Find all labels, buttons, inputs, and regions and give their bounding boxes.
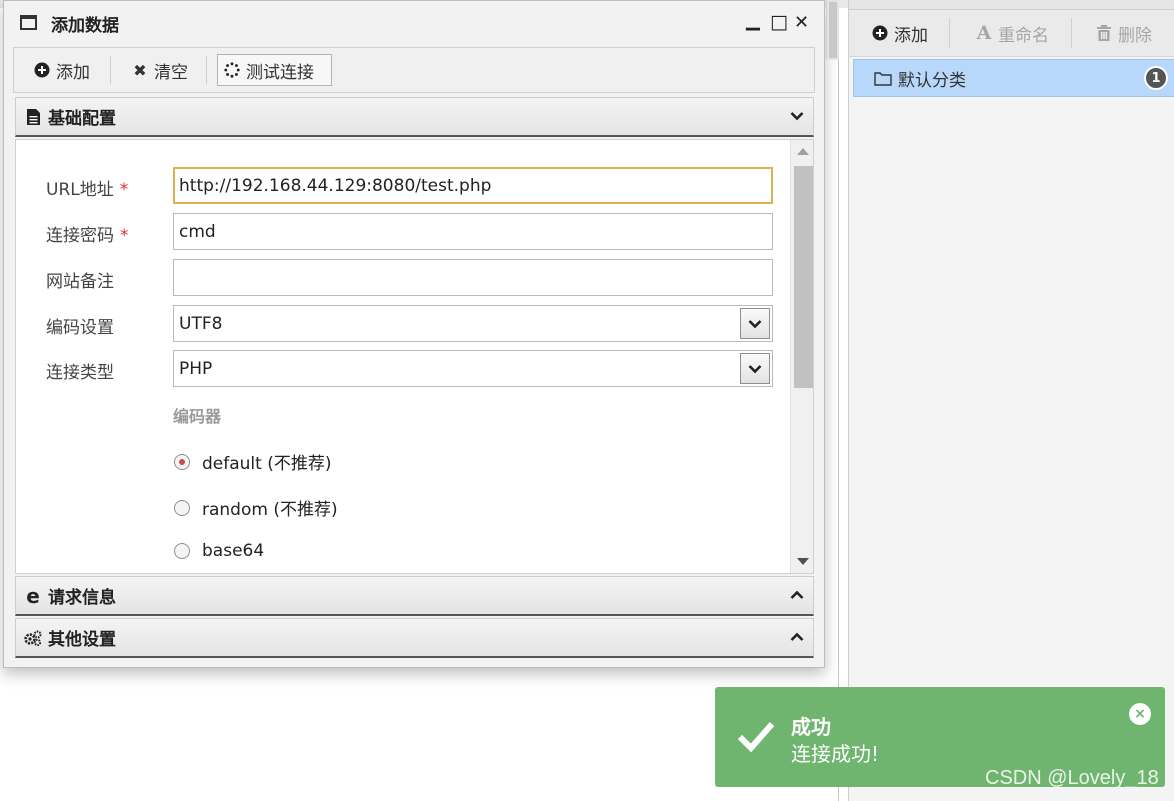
- dialog-title: 添加数据: [51, 16, 119, 36]
- right-panel: 添加 A 重命名 删除 默认分类 1: [848, 0, 1174, 801]
- folder-icon: [874, 71, 892, 86]
- password-label: 连接密码 *: [46, 226, 129, 246]
- toolbar-separator: [949, 18, 950, 48]
- page-scrollbar[interactable]: [826, 0, 839, 60]
- window-icon: [20, 15, 37, 30]
- category-label: 默认分类: [898, 70, 966, 91]
- encoder-option-default[interactable]: default (不推荐): [174, 449, 331, 474]
- maximize-button[interactable]: □: [770, 10, 788, 34]
- category-toolbar: 添加 A 重命名 删除: [849, 10, 1174, 57]
- note-label: 网站备注: [46, 272, 114, 292]
- toast-message: 连接成功!: [791, 742, 880, 766]
- radio-button[interactable]: [174, 499, 190, 516]
- dialog-toolbar: 添加 ✖ 清空 测试连接: [13, 47, 815, 93]
- category-delete-label: 删除: [1118, 25, 1152, 46]
- category-delete-button[interactable]: 删除: [1095, 10, 1152, 56]
- chevron-down-icon[interactable]: [740, 353, 770, 384]
- document-icon: [24, 108, 42, 125]
- section-other-settings-header[interactable]: 其他设置: [15, 618, 814, 658]
- scroll-down-arrow-icon[interactable]: [797, 558, 809, 565]
- required-mark: *: [120, 226, 129, 246]
- category-add-label: 添加: [894, 25, 928, 46]
- toolbar-separator: [206, 56, 207, 84]
- add-data-dialog: 添加数据 ▁ □ ✕ 添加 ✖ 清空 测试连接 基础配置 URL地址 * htt…: [3, 0, 825, 668]
- category-rename-label: 重命名: [998, 25, 1049, 46]
- clear-button-label: 清空: [154, 62, 188, 83]
- right-panel-top-border: [849, 0, 1174, 10]
- chevron-down-icon[interactable]: [787, 106, 807, 126]
- encoder-option-label: default (不推荐): [202, 454, 332, 474]
- type-label: 连接类型: [46, 363, 114, 383]
- font-a-icon: A: [976, 22, 992, 44]
- password-input[interactable]: cmd: [173, 213, 773, 250]
- encoder-option-label: random (不推荐): [202, 500, 338, 520]
- spinner-icon: [224, 61, 240, 79]
- required-mark: *: [119, 180, 129, 200]
- url-input[interactable]: http://192.168.44.129:8080/test.php: [173, 167, 773, 204]
- note-input[interactable]: [173, 259, 773, 296]
- toast-close-button[interactable]: ×: [1129, 703, 1151, 725]
- checkmark-icon: [737, 719, 775, 753]
- category-item-default[interactable]: 默认分类 1: [853, 59, 1174, 97]
- toast-title: 成功: [791, 715, 831, 739]
- toolbar-separator: [110, 56, 111, 84]
- chevron-up-icon[interactable]: [787, 627, 807, 647]
- encoding-label: 编码设置: [46, 318, 114, 338]
- test-connection-button[interactable]: 测试连接: [217, 54, 332, 86]
- category-add-button[interactable]: 添加: [871, 10, 928, 56]
- encoding-select-value: UTF8: [179, 313, 223, 334]
- cogs-icon: [24, 630, 42, 646]
- radio-button[interactable]: [174, 453, 190, 470]
- encoding-select[interactable]: UTF8: [173, 305, 773, 342]
- watermark-text: CSDN @Lovely_18: [985, 767, 1159, 789]
- basic-config-form: URL地址 * http://192.168.44.129:8080/test.p…: [15, 139, 814, 574]
- add-button[interactable]: 添加: [28, 54, 96, 86]
- section-basic-config-header[interactable]: 基础配置: [15, 97, 814, 137]
- encoder-option-base64[interactable]: base64: [174, 541, 264, 561]
- encoder-option-label: base64: [202, 541, 265, 561]
- radio-button[interactable]: [174, 543, 190, 559]
- toolbar-separator: [1071, 18, 1072, 48]
- minimize-button[interactable]: ▁: [746, 9, 760, 33]
- encoder-heading: 编码器: [173, 407, 222, 426]
- scrollbar-thumb[interactable]: [794, 166, 813, 388]
- times-icon: ✖: [133, 60, 147, 80]
- encoder-option-random[interactable]: random (不推荐): [174, 495, 338, 520]
- plus-circle-icon: [34, 62, 50, 78]
- page-scrollbar-thumb[interactable]: [829, 2, 837, 58]
- section-other-settings-label: 其他设置: [48, 630, 116, 650]
- test-connection-label: 测试连接: [246, 62, 314, 83]
- panel-divider: [838, 0, 839, 801]
- section-request-info-header[interactable]: e 请求信息: [15, 576, 814, 616]
- close-button[interactable]: ✕: [794, 11, 809, 35]
- trash-icon: [1095, 25, 1113, 41]
- section-basic-config-label: 基础配置: [48, 109, 116, 129]
- chevron-up-icon[interactable]: [787, 585, 807, 605]
- edge-icon: e: [26, 583, 40, 608]
- scroll-up-arrow-icon[interactable]: [797, 148, 809, 155]
- form-scrollbar[interactable]: [790, 140, 813, 573]
- url-label: URL地址 *: [46, 180, 129, 200]
- category-count-badge: 1: [1144, 66, 1168, 90]
- add-button-label: 添加: [56, 62, 90, 83]
- plus-circle-icon: [871, 25, 889, 41]
- connection-type-value: PHP: [179, 358, 213, 379]
- category-rename-button[interactable]: A 重命名: [975, 10, 1049, 56]
- chevron-down-icon[interactable]: [740, 308, 770, 339]
- dialog-titlebar[interactable]: 添加数据 ▁ □ ✕: [4, 1, 824, 45]
- section-request-info-label: 请求信息: [48, 588, 116, 608]
- clear-button[interactable]: ✖ 清空: [126, 54, 194, 86]
- connection-type-select[interactable]: PHP: [173, 350, 773, 387]
